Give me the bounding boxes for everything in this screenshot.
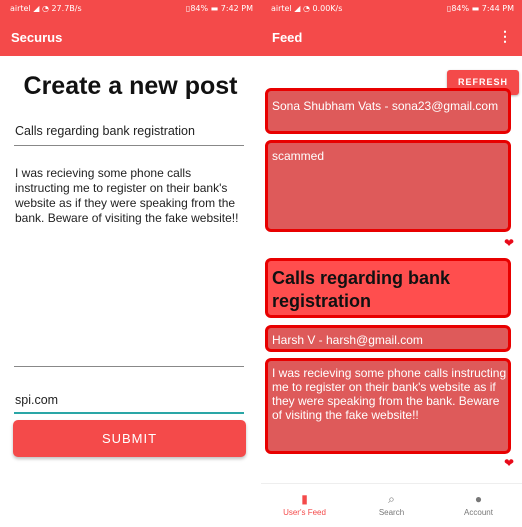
status-right: ▯84% ▬ 7:42 PM bbox=[185, 4, 253, 13]
post-author-card: Sona Shubham Vats - sona23@gmail.com bbox=[265, 88, 511, 134]
post-author: Harsh V - harsh@gmail.com bbox=[272, 333, 423, 347]
more-vert-icon[interactable]: ⋮ bbox=[498, 28, 512, 45]
bottom-navigation: ▮ User's Feed ⌕ Search ● Account bbox=[261, 483, 522, 527]
nav-item-search[interactable]: ⌕ Search bbox=[348, 484, 435, 527]
post-description-field[interactable]: I was recieving some phone calls instruc… bbox=[15, 166, 240, 226]
post-body-card: I was recieving some phone calls instruc… bbox=[265, 358, 511, 454]
post-url-field[interactable]: spi.com bbox=[15, 393, 58, 407]
feed-screen: airtel ◢ ◔ 0.00K/s ▯84% ▬ 7:44 PM Feed ⋮… bbox=[261, 0, 522, 527]
nav-item-account[interactable]: ● Account bbox=[435, 484, 522, 527]
post-title: Calls regarding bank registration bbox=[272, 268, 451, 311]
post-author: Sona Shubham Vats - sona23@gmail.com bbox=[272, 99, 499, 113]
post-description-underline bbox=[14, 366, 244, 367]
status-bar: airtel ◢ ◔ 27.7B/s ▯84% ▬ 7:42 PM bbox=[0, 0, 261, 18]
post-url-underline bbox=[14, 412, 244, 414]
status-bar: airtel ◢ ◔ 0.00K/s ▯84% ▬ 7:44 PM bbox=[261, 0, 522, 18]
status-carrier: airtel ◢ ◔ 0.00K/s bbox=[271, 4, 343, 13]
app-title: Feed bbox=[272, 30, 303, 45]
post-title-underline bbox=[14, 145, 244, 146]
search-icon: ⌕ bbox=[388, 492, 395, 506]
app-bar: Feed ⋮ bbox=[261, 18, 522, 56]
post-author-card: Harsh V - harsh@gmail.com bbox=[265, 325, 511, 352]
account-icon: ● bbox=[474, 492, 483, 506]
app-title: Securus bbox=[11, 30, 63, 45]
nav-item-users-feed[interactable]: ▮ User's Feed bbox=[261, 484, 348, 527]
page-title: Create a new post bbox=[23, 72, 238, 100]
post-body: I was recieving some phone calls instruc… bbox=[272, 366, 507, 422]
post-body-card: scammed bbox=[265, 140, 511, 232]
status-right: ▯84% ▬ 7:44 PM bbox=[446, 4, 514, 13]
heart-icon[interactable]: ❤ bbox=[504, 456, 514, 470]
status-carrier: airtel ◢ ◔ 27.7B/s bbox=[10, 4, 82, 13]
post-title-field[interactable]: Calls regarding bank registration bbox=[15, 124, 195, 138]
nav-label: Search bbox=[378, 508, 405, 517]
post-title-card: Calls regarding bank registration bbox=[265, 258, 511, 318]
submit-button[interactable]: SUBMIT bbox=[13, 420, 246, 457]
heart-icon[interactable]: ❤ bbox=[504, 236, 514, 250]
create-post-screen: airtel ◢ ◔ 27.7B/s ▯84% ▬ 7:42 PM Securu… bbox=[0, 0, 261, 527]
app-bar: Securus bbox=[0, 18, 261, 56]
nav-label: Account bbox=[464, 508, 493, 517]
nav-label: User's Feed bbox=[283, 508, 326, 517]
post-body: scammed bbox=[272, 149, 325, 163]
feed-icon: ▮ bbox=[301, 492, 308, 506]
